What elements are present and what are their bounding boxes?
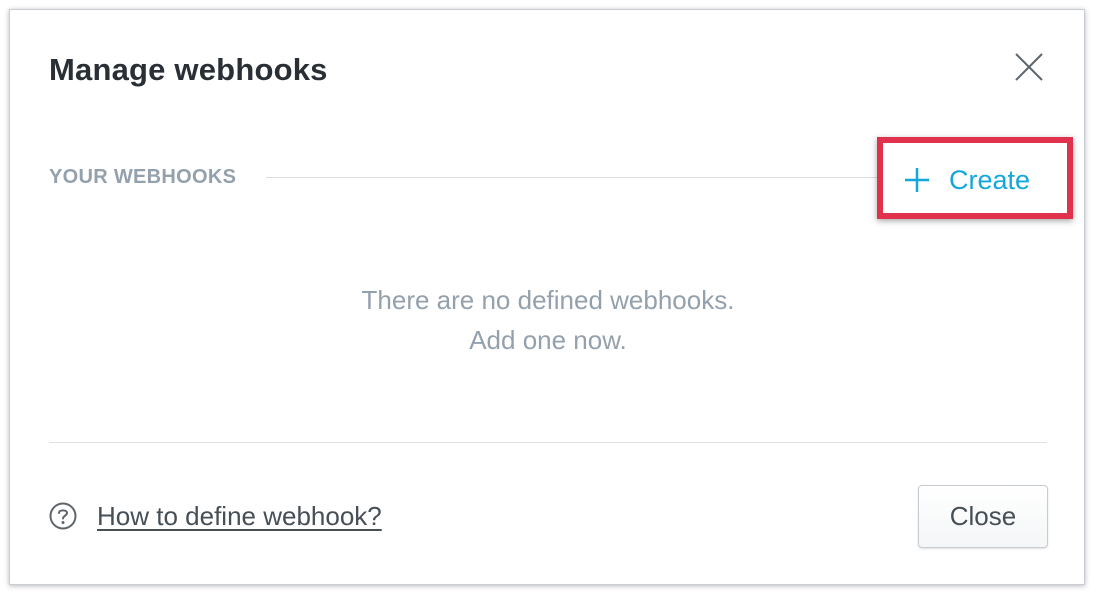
plus-icon <box>903 166 931 194</box>
create-button-label: Create <box>949 164 1031 195</box>
how-to-define-webhook-link[interactable]: How to define webhook? <box>97 501 382 532</box>
footer-divider <box>49 442 1047 443</box>
section-label-your-webhooks: YOUR WEBHOOKS <box>49 166 237 188</box>
create-webhook-button[interactable]: Create <box>903 160 1030 200</box>
empty-state-message: There are no defined webhooks. Add one n… <box>10 280 1086 360</box>
question-circle-icon <box>49 502 77 530</box>
close-button[interactable]: Close <box>918 485 1048 548</box>
close-x-icon[interactable] <box>1012 50 1046 84</box>
empty-state-line-1: There are no defined webhooks. <box>361 285 735 315</box>
manage-webhooks-dialog: Manage webhooks YOUR WEBHOOKS Create The… <box>9 9 1085 585</box>
section-divider-line <box>266 177 880 178</box>
dialog-title: Manage webhooks <box>49 52 328 87</box>
empty-state-line-2: Add one now. <box>469 325 627 355</box>
